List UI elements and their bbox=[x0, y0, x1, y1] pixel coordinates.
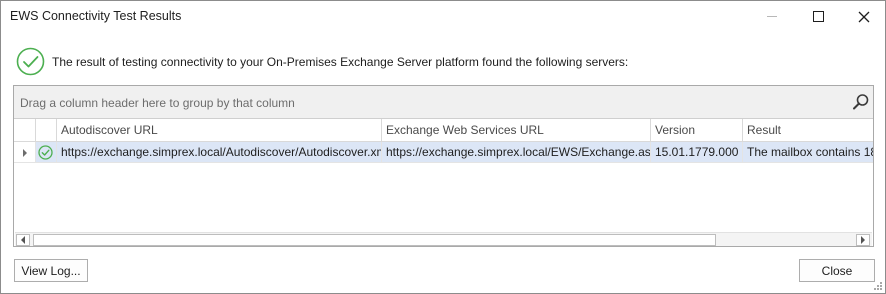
close-button[interactable]: Close bbox=[799, 259, 875, 282]
column-header-version[interactable]: Version bbox=[651, 119, 743, 141]
cell-result[interactable]: The mailbox contains 18 fo bbox=[743, 142, 873, 163]
column-header-autodiscover-url[interactable]: Autodiscover URL bbox=[57, 119, 382, 141]
column-header-result[interactable]: Result bbox=[743, 119, 873, 141]
row-expander[interactable] bbox=[14, 142, 36, 163]
maximize-icon bbox=[812, 11, 824, 22]
column-header-ews-url[interactable]: Exchange Web Services URL bbox=[382, 119, 651, 141]
column-header-row: Autodiscover URL Exchange Web Services U… bbox=[14, 119, 873, 142]
search-icon[interactable] bbox=[852, 93, 870, 111]
scroll-left-button[interactable] bbox=[16, 234, 30, 246]
close-icon bbox=[858, 11, 870, 22]
group-by-panel[interactable]: Drag a column header here to group by th… bbox=[14, 86, 873, 119]
scroll-right-button[interactable] bbox=[856, 234, 870, 246]
cell-autodiscover-url[interactable]: https://exchange.simprex.local/Autodisco… bbox=[57, 142, 382, 163]
cell-ews-url[interactable]: https://exchange.simprex.local/EWS/Excha… bbox=[382, 142, 651, 163]
minimize-button[interactable] bbox=[749, 1, 795, 32]
success-check-icon bbox=[16, 47, 45, 76]
results-grid: Drag a column header here to group by th… bbox=[13, 85, 874, 247]
cell-version[interactable]: 15.01.1779.000 bbox=[651, 142, 743, 163]
group-by-hint: Drag a column header here to group by th… bbox=[20, 96, 295, 110]
maximize-button[interactable] bbox=[795, 1, 841, 32]
resize-grip-icon[interactable] bbox=[873, 281, 883, 291]
indicator-column-header bbox=[14, 119, 36, 141]
window-title: EWS Connectivity Test Results bbox=[10, 9, 182, 23]
success-check-icon bbox=[38, 145, 53, 160]
view-log-button[interactable]: View Log... bbox=[14, 259, 88, 282]
column-header-label: Exchange Web Services URL bbox=[386, 123, 544, 137]
column-header-label: Version bbox=[655, 123, 696, 137]
minimize-icon bbox=[767, 16, 777, 17]
expand-arrow-icon bbox=[23, 148, 27, 157]
horizontal-scrollbar[interactable] bbox=[15, 232, 872, 246]
dialog-window: EWS Connectivity Test Results The result… bbox=[0, 0, 886, 294]
result-message: The result of testing connectivity to yo… bbox=[52, 55, 629, 69]
row-status-cell bbox=[36, 142, 57, 163]
title-bar[interactable]: EWS Connectivity Test Results bbox=[1, 1, 885, 32]
close-window-button[interactable] bbox=[841, 1, 886, 32]
column-header-label: Autodiscover URL bbox=[61, 123, 158, 137]
arrow-right-icon bbox=[861, 236, 865, 244]
table-row[interactable]: https://exchange.simprex.local/Autodisco… bbox=[14, 142, 873, 164]
column-header-label: Result bbox=[747, 123, 782, 137]
scrollbar-thumb[interactable] bbox=[33, 234, 716, 246]
arrow-left-icon bbox=[21, 236, 25, 244]
status-column-header[interactable] bbox=[36, 119, 57, 141]
